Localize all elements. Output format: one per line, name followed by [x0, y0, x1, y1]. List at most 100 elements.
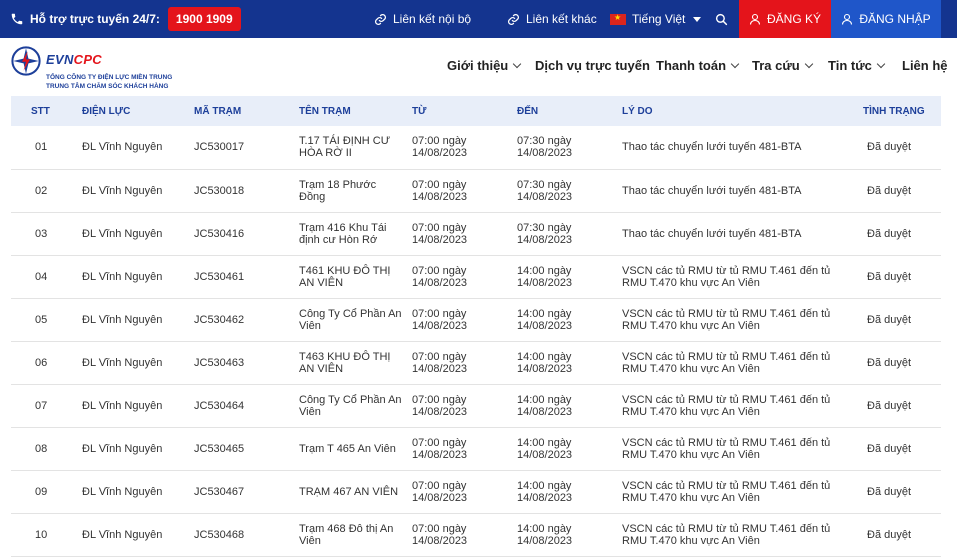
phone-icon [11, 13, 23, 25]
nav-item-contact[interactable]: Liên hệ [902, 58, 948, 73]
table-row: 10 ĐL Vĩnh Nguyên JC530468 Trạm 468 Đô thị … [11, 513, 941, 557]
evn-logo-icon [11, 46, 41, 76]
other-links[interactable]: Liên kết khác [507, 0, 597, 38]
cell-ten-tram: T.17 TÁI ĐỊNH CƯ HÒA RỜ II [299, 126, 412, 170]
logo-subtitle-2: TRUNG TÂM CHĂM SÓC KHÁCH HÀNG [46, 83, 169, 90]
cell-tu: 07:00 ngày 14/08/2023 [412, 470, 517, 514]
link-icon [375, 13, 386, 25]
cell-den: 07:30 ngày 14/08/2023 [517, 126, 622, 170]
table-row: 04 ĐL Vĩnh Nguyên JC530461 T461 KHU ĐÔ THỊ … [11, 255, 941, 299]
login-button[interactable]: ĐĂNG NHẬP [831, 0, 941, 38]
cell-stt: 10 [11, 513, 82, 557]
cell-tinh-trang: Đã duyệt [861, 212, 941, 256]
cell-tu: 07:00 ngày 14/08/2023 [412, 513, 517, 557]
outage-schedule-table: STT ĐIỆN LỰC MÃ TRẠM TÊN TRẠM TỪ ĐẾN LÝ … [11, 96, 941, 557]
cell-ten-tram: Trạm 18 Phước Đồng [299, 169, 412, 213]
cell-den: 07:30 ngày 14/08/2023 [517, 169, 622, 213]
cell-tu: 07:00 ngày 14/08/2023 [412, 427, 517, 471]
cell-dien-luc: ĐL Vĩnh Nguyên [82, 126, 194, 170]
header-stt: STT [11, 96, 82, 126]
nav-item-online-services[interactable]: Dịch vụ trực tuyến [535, 58, 650, 73]
cell-tinh-trang: Đã duyệt [861, 513, 941, 557]
cell-ly-do: VSCN các tủ RMU từ tủ RMU T.461 đến tủ R… [622, 255, 861, 299]
register-label: ĐĂNG KÝ [766, 12, 821, 26]
nav-item-label: Liên hệ [902, 58, 948, 73]
cell-dien-luc: ĐL Vĩnh Nguyên [82, 298, 194, 342]
hotline: Hỗ trợ trực tuyến 24/7: 1900 1909 [10, 0, 241, 38]
cell-stt: 03 [11, 212, 82, 256]
cell-den: 14:00 ngày 14/08/2023 [517, 255, 622, 299]
cell-tu: 07:00 ngày 14/08/2023 [412, 126, 517, 170]
cell-tu: 07:00 ngày 14/08/2023 [412, 298, 517, 342]
cell-stt: 08 [11, 427, 82, 471]
table-row: 02 ĐL Vĩnh Nguyên JC530018 Trạm 18 Phước Đồ… [11, 169, 941, 213]
cell-tinh-trang: Đã duyệt [861, 341, 941, 385]
table-body: 01 ĐL Vĩnh Nguyên JC530017 T.17 TÁI ĐỊNH CƯ… [11, 126, 941, 557]
cell-den: 14:00 ngày 14/08/2023 [517, 513, 622, 557]
cell-stt: 04 [11, 255, 82, 299]
search-icon [715, 13, 727, 25]
login-label: ĐĂNG NHẬP [859, 12, 931, 26]
header-dien-luc: ĐIỆN LỰC [82, 96, 194, 126]
vietnam-flag-icon [610, 13, 626, 25]
header-ly-do: LÝ DO [622, 96, 861, 126]
nav-item-about[interactable]: Giới thiệu [447, 58, 522, 73]
cell-dien-luc: ĐL Vĩnh Nguyên [82, 169, 194, 213]
header-ten-tram: TÊN TRẠM [299, 96, 412, 126]
language-selector[interactable]: Tiếng Việt [610, 0, 702, 38]
cell-ten-tram: T463 KHU ĐÔ THỊ AN VIÊN [299, 341, 412, 385]
main-header: EVNCPC TỔNG CÔNG TY ĐIỆN LỰC MIỀN TRUNG … [0, 38, 957, 96]
logo-subtitle-1: TỔNG CÔNG TY ĐIỆN LỰC MIỀN TRUNG [46, 74, 173, 81]
cell-den: 14:00 ngày 14/08/2023 [517, 470, 622, 514]
register-button[interactable]: ĐĂNG KÝ [739, 0, 831, 38]
cell-ma-tram: JC530017 [194, 126, 299, 170]
chevron-down-icon [804, 59, 813, 69]
cell-ten-tram: Công Ty Cổ Phần An Viên [299, 384, 412, 428]
cell-den: 14:00 ngày 14/08/2023 [517, 384, 622, 428]
cell-den: 14:00 ngày 14/08/2023 [517, 427, 622, 471]
cell-tu: 07:00 ngày 14/08/2023 [412, 341, 517, 385]
nav-item-news[interactable]: Tin tức [828, 58, 886, 73]
cell-dien-luc: ĐL Vĩnh Nguyên [82, 470, 194, 514]
cell-tinh-trang: Đã duyệt [861, 384, 941, 428]
cell-ly-do: VSCN các tủ RMU từ tủ RMU T.461 đến tủ R… [622, 513, 861, 557]
cell-ten-tram: T461 KHU ĐÔ THỊ AN VIÊN [299, 255, 412, 299]
cell-ten-tram: Trạm T 465 An Viên [299, 427, 412, 471]
cell-ma-tram: JC530464 [194, 384, 299, 428]
cell-ten-tram: Trạm 416 Khu Tái định cư Hòn Rớ [299, 212, 412, 256]
cell-stt: 05 [11, 298, 82, 342]
cell-tinh-trang: Đã duyệt [861, 427, 941, 471]
cell-dien-luc: ĐL Vĩnh Nguyên [82, 212, 194, 256]
cell-tinh-trang: Đã duyệt [861, 169, 941, 213]
cell-tinh-trang: Đã duyệt [861, 298, 941, 342]
cell-ma-tram: JC530465 [194, 427, 299, 471]
cell-ma-tram: JC530461 [194, 255, 299, 299]
cell-ma-tram: JC530467 [194, 470, 299, 514]
other-links-label: Liên kết khác [526, 12, 597, 26]
nav-item-lookup[interactable]: Tra cứu [752, 58, 813, 73]
cell-ly-do: Thao tác chuyển lưới tuyến 481-BTA [622, 126, 861, 170]
logo-brand-cpc: CPC [73, 52, 102, 67]
search-button[interactable] [708, 0, 734, 38]
cell-tu: 07:00 ngày 14/08/2023 [412, 384, 517, 428]
cell-dien-luc: ĐL Vĩnh Nguyên [82, 341, 194, 385]
cell-ly-do: VSCN các tủ RMU từ tủ RMU T.461 đến tủ R… [622, 427, 861, 471]
cell-stt: 09 [11, 470, 82, 514]
user-icon [749, 13, 761, 25]
cell-tu: 07:00 ngày 14/08/2023 [412, 169, 517, 213]
table-row: 05 ĐL Vĩnh Nguyên JC530462 Công Ty Cổ Phần … [11, 298, 941, 342]
internal-links[interactable]: Liên kết nội bộ [374, 0, 471, 38]
table-row: 07 ĐL Vĩnh Nguyên JC530464 Công Ty Cổ Phần … [11, 384, 941, 428]
table-row: 06 ĐL Vĩnh Nguyên JC530463 T463 KHU ĐÔ THỊ … [11, 341, 941, 385]
cell-stt: 01 [11, 126, 82, 170]
logo[interactable]: EVNCPC TỔNG CÔNG TY ĐIỆN LỰC MIỀN TRUNG … [10, 43, 185, 91]
nav-item-payment[interactable]: Thanh toán [656, 58, 740, 73]
header-tu: TỪ [412, 96, 517, 126]
logo-brand-evn: EVN [46, 52, 74, 67]
cell-dien-luc: ĐL Vĩnh Nguyên [82, 255, 194, 299]
header-tinh-trang: TÌNH TRẠNG [861, 96, 941, 126]
link-icon [508, 13, 519, 25]
nav-item-label: Dịch vụ trực tuyến [535, 58, 650, 73]
logo-brand: EVNCPC [46, 52, 102, 67]
hotline-number[interactable]: 1900 1909 [167, 7, 241, 31]
